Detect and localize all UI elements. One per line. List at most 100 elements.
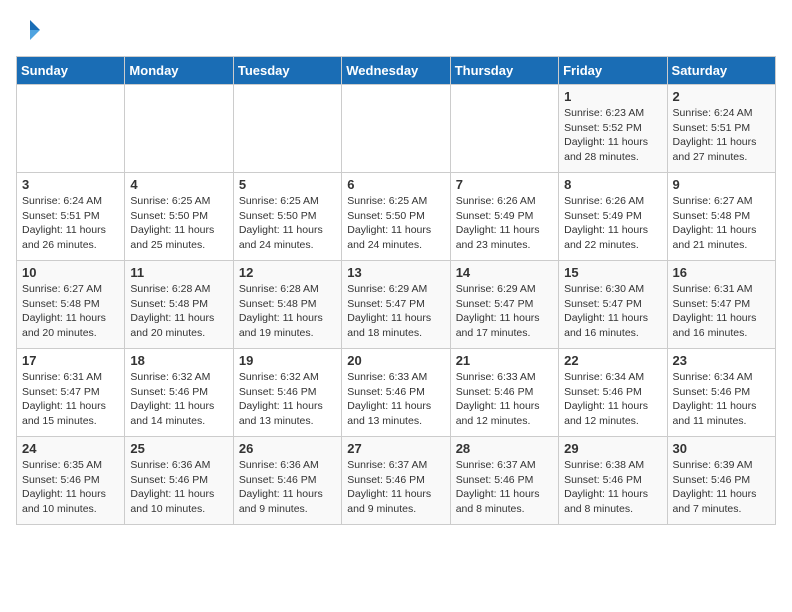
day-info: Sunrise: 6:38 AM Sunset: 5:46 PM Dayligh… bbox=[564, 458, 661, 517]
calendar-cell: 7 Sunrise: 6:26 AM Sunset: 5:49 PM Daylig… bbox=[450, 173, 558, 261]
day-number: 26 bbox=[239, 441, 336, 456]
day-number: 30 bbox=[673, 441, 770, 456]
day-info: Sunrise: 6:32 AM Sunset: 5:46 PM Dayligh… bbox=[130, 370, 227, 429]
calendar-cell: 16Sunrise: 6:31 AM Sunset: 5:47 PM Dayli… bbox=[667, 261, 775, 349]
calendar-row: 3 Sunrise: 6:24 AM Sunset: 5:51 PM Daylig… bbox=[17, 173, 776, 261]
day-info: Sunrise: 6:37 AM Sunset: 5:46 PM Dayligh… bbox=[456, 458, 553, 517]
day-info: Sunrise: 6:34 AM Sunset: 5:46 PM Dayligh… bbox=[673, 370, 770, 429]
day-info: Sunrise: 6:37 AM Sunset: 5:46 PM Dayligh… bbox=[347, 458, 444, 517]
day-info: Sunrise: 6:27 AM Sunset: 5:48 PM Dayligh… bbox=[22, 282, 119, 341]
calendar-cell bbox=[342, 85, 450, 173]
day-number: 27 bbox=[347, 441, 444, 456]
day-number: 3 bbox=[22, 177, 119, 192]
calendar-cell: 22 Sunrise: 6:34 AM Sunset: 5:46 PM Dayli… bbox=[559, 349, 667, 437]
calendar-row: 1 Sunrise: 6:23 AM Sunset: 5:52 PM Daylig… bbox=[17, 85, 776, 173]
day-number: 28 bbox=[456, 441, 553, 456]
day-number: 21 bbox=[456, 353, 553, 368]
calendar-table: SundayMondayTuesdayWednesdayThursdayFrid… bbox=[16, 56, 776, 525]
calendar-cell: 10 Sunrise: 6:27 AM Sunset: 5:48 PM Dayli… bbox=[17, 261, 125, 349]
day-number: 1 bbox=[564, 89, 661, 104]
weekday-header-monday: Monday bbox=[125, 57, 233, 85]
weekday-header-wednesday: Wednesday bbox=[342, 57, 450, 85]
calendar-cell: 6 Sunrise: 6:25 AM Sunset: 5:50 PM Daylig… bbox=[342, 173, 450, 261]
calendar-cell: 5Sunrise: 6:25 AM Sunset: 5:50 PM Daylig… bbox=[233, 173, 341, 261]
day-number: 23 bbox=[673, 353, 770, 368]
day-number: 13 bbox=[347, 265, 444, 280]
day-number: 2 bbox=[673, 89, 770, 104]
logo-icon bbox=[16, 16, 44, 44]
calendar-row: 17Sunrise: 6:31 AM Sunset: 5:47 PM Dayli… bbox=[17, 349, 776, 437]
page-header bbox=[16, 16, 776, 44]
calendar-header-row: SundayMondayTuesdayWednesdayThursdayFrid… bbox=[17, 57, 776, 85]
calendar-cell: 1 Sunrise: 6:23 AM Sunset: 5:52 PM Daylig… bbox=[559, 85, 667, 173]
day-info: Sunrise: 6:29 AM Sunset: 5:47 PM Dayligh… bbox=[347, 282, 444, 341]
calendar-cell: 4 Sunrise: 6:25 AM Sunset: 5:50 PM Daylig… bbox=[125, 173, 233, 261]
day-info: Sunrise: 6:25 AM Sunset: 5:50 PM Dayligh… bbox=[347, 194, 444, 253]
calendar-cell: 29 Sunrise: 6:38 AM Sunset: 5:46 PM Dayli… bbox=[559, 437, 667, 525]
day-number: 16 bbox=[673, 265, 770, 280]
calendar-cell: 21 Sunrise: 6:33 AM Sunset: 5:46 PM Dayli… bbox=[450, 349, 558, 437]
day-number: 12 bbox=[239, 265, 336, 280]
weekday-header-tuesday: Tuesday bbox=[233, 57, 341, 85]
day-info: Sunrise: 6:36 AM Sunset: 5:46 PM Dayligh… bbox=[239, 458, 336, 517]
calendar-cell: 24Sunrise: 6:35 AM Sunset: 5:46 PM Dayli… bbox=[17, 437, 125, 525]
weekday-header-friday: Friday bbox=[559, 57, 667, 85]
day-number: 18 bbox=[130, 353, 227, 368]
calendar-cell: 19 Sunrise: 6:32 AM Sunset: 5:46 PM Dayli… bbox=[233, 349, 341, 437]
day-number: 11 bbox=[130, 265, 227, 280]
day-info: Sunrise: 6:28 AM Sunset: 5:48 PM Dayligh… bbox=[130, 282, 227, 341]
calendar-cell: 15Sunrise: 6:30 AM Sunset: 5:47 PM Dayli… bbox=[559, 261, 667, 349]
day-number: 14 bbox=[456, 265, 553, 280]
calendar-cell: 27 Sunrise: 6:37 AM Sunset: 5:46 PM Dayli… bbox=[342, 437, 450, 525]
day-info: Sunrise: 6:29 AM Sunset: 5:47 PM Dayligh… bbox=[456, 282, 553, 341]
weekday-header-sunday: Sunday bbox=[17, 57, 125, 85]
calendar-cell: 18 Sunrise: 6:32 AM Sunset: 5:46 PM Dayli… bbox=[125, 349, 233, 437]
calendar-cell bbox=[17, 85, 125, 173]
calendar-cell: 11 Sunrise: 6:28 AM Sunset: 5:48 PM Dayli… bbox=[125, 261, 233, 349]
calendar-cell: 8 Sunrise: 6:26 AM Sunset: 5:49 PM Daylig… bbox=[559, 173, 667, 261]
calendar-cell bbox=[450, 85, 558, 173]
day-number: 4 bbox=[130, 177, 227, 192]
day-info: Sunrise: 6:35 AM Sunset: 5:46 PM Dayligh… bbox=[22, 458, 119, 517]
calendar-cell: 3 Sunrise: 6:24 AM Sunset: 5:51 PM Daylig… bbox=[17, 173, 125, 261]
calendar-row: 10 Sunrise: 6:27 AM Sunset: 5:48 PM Dayli… bbox=[17, 261, 776, 349]
day-info: Sunrise: 6:26 AM Sunset: 5:49 PM Dayligh… bbox=[564, 194, 661, 253]
day-info: Sunrise: 6:34 AM Sunset: 5:46 PM Dayligh… bbox=[564, 370, 661, 429]
calendar-cell: 30 Sunrise: 6:39 AM Sunset: 5:46 PM Dayli… bbox=[667, 437, 775, 525]
day-info: Sunrise: 6:25 AM Sunset: 5:50 PM Dayligh… bbox=[130, 194, 227, 253]
day-number: 19 bbox=[239, 353, 336, 368]
day-number: 6 bbox=[347, 177, 444, 192]
day-info: Sunrise: 6:36 AM Sunset: 5:46 PM Dayligh… bbox=[130, 458, 227, 517]
day-number: 22 bbox=[564, 353, 661, 368]
day-info: Sunrise: 6:24 AM Sunset: 5:51 PM Dayligh… bbox=[22, 194, 119, 253]
day-info: Sunrise: 6:39 AM Sunset: 5:46 PM Dayligh… bbox=[673, 458, 770, 517]
day-info: Sunrise: 6:31 AM Sunset: 5:47 PM Dayligh… bbox=[22, 370, 119, 429]
day-number: 9 bbox=[673, 177, 770, 192]
day-number: 29 bbox=[564, 441, 661, 456]
calendar-cell: 17Sunrise: 6:31 AM Sunset: 5:47 PM Dayli… bbox=[17, 349, 125, 437]
weekday-header-thursday: Thursday bbox=[450, 57, 558, 85]
calendar-row: 24Sunrise: 6:35 AM Sunset: 5:46 PM Dayli… bbox=[17, 437, 776, 525]
calendar-cell: 23 Sunrise: 6:34 AM Sunset: 5:46 PM Dayli… bbox=[667, 349, 775, 437]
day-info: Sunrise: 6:26 AM Sunset: 5:49 PM Dayligh… bbox=[456, 194, 553, 253]
day-info: Sunrise: 6:32 AM Sunset: 5:46 PM Dayligh… bbox=[239, 370, 336, 429]
calendar-cell bbox=[125, 85, 233, 173]
calendar-cell: 14 Sunrise: 6:29 AM Sunset: 5:47 PM Dayli… bbox=[450, 261, 558, 349]
day-number: 7 bbox=[456, 177, 553, 192]
day-info: Sunrise: 6:28 AM Sunset: 5:48 PM Dayligh… bbox=[239, 282, 336, 341]
calendar-cell: 26 Sunrise: 6:36 AM Sunset: 5:46 PM Dayli… bbox=[233, 437, 341, 525]
calendar-body: 1 Sunrise: 6:23 AM Sunset: 5:52 PM Daylig… bbox=[17, 85, 776, 525]
day-number: 8 bbox=[564, 177, 661, 192]
logo bbox=[16, 16, 48, 44]
day-number: 10 bbox=[22, 265, 119, 280]
calendar-cell: 28 Sunrise: 6:37 AM Sunset: 5:46 PM Dayli… bbox=[450, 437, 558, 525]
day-info: Sunrise: 6:23 AM Sunset: 5:52 PM Dayligh… bbox=[564, 106, 661, 165]
day-info: Sunrise: 6:27 AM Sunset: 5:48 PM Dayligh… bbox=[673, 194, 770, 253]
day-info: Sunrise: 6:24 AM Sunset: 5:51 PM Dayligh… bbox=[673, 106, 770, 165]
day-info: Sunrise: 6:25 AM Sunset: 5:50 PM Dayligh… bbox=[239, 194, 336, 253]
calendar-cell: 20Sunrise: 6:33 AM Sunset: 5:46 PM Dayli… bbox=[342, 349, 450, 437]
calendar-cell: 25Sunrise: 6:36 AM Sunset: 5:46 PM Dayli… bbox=[125, 437, 233, 525]
day-info: Sunrise: 6:33 AM Sunset: 5:46 PM Dayligh… bbox=[456, 370, 553, 429]
calendar-cell: 9 Sunrise: 6:27 AM Sunset: 5:48 PM Daylig… bbox=[667, 173, 775, 261]
calendar-cell bbox=[233, 85, 341, 173]
